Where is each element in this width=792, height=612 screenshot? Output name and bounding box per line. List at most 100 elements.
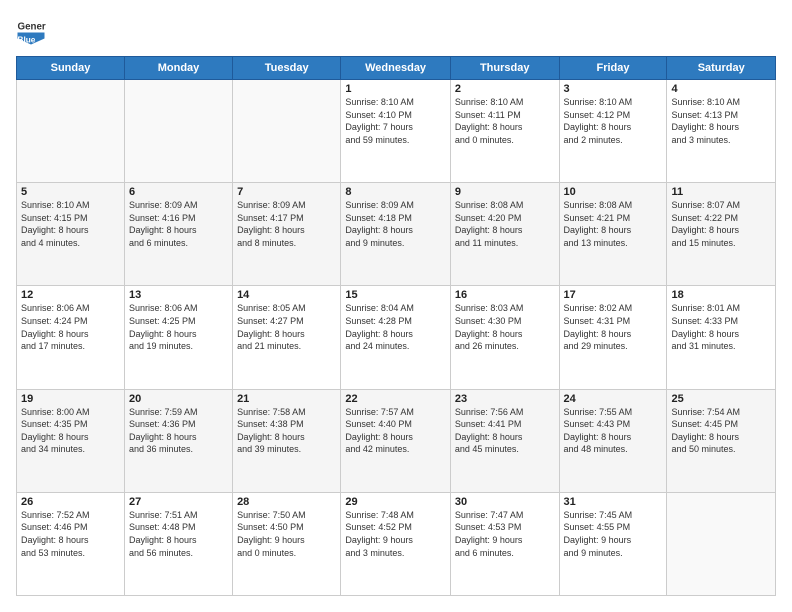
day-info: Sunrise: 8:05 AM Sunset: 4:27 PM Dayligh… (237, 302, 336, 352)
day-info: Sunrise: 8:08 AM Sunset: 4:21 PM Dayligh… (564, 199, 663, 249)
day-number: 27 (129, 496, 228, 508)
day-cell: 20Sunrise: 7:59 AM Sunset: 4:36 PM Dayli… (124, 389, 232, 492)
day-number: 20 (129, 393, 228, 405)
day-info: Sunrise: 8:06 AM Sunset: 4:25 PM Dayligh… (129, 302, 228, 352)
day-info: Sunrise: 7:51 AM Sunset: 4:48 PM Dayligh… (129, 509, 228, 559)
day-cell: 13Sunrise: 8:06 AM Sunset: 4:25 PM Dayli… (124, 286, 232, 389)
day-number: 18 (671, 289, 771, 301)
day-cell: 2Sunrise: 8:10 AM Sunset: 4:11 PM Daylig… (450, 80, 559, 183)
day-info: Sunrise: 7:58 AM Sunset: 4:38 PM Dayligh… (237, 406, 336, 456)
day-number: 21 (237, 393, 336, 405)
weekday-header-row: SundayMondayTuesdayWednesdayThursdayFrid… (17, 57, 776, 80)
day-cell: 9Sunrise: 8:08 AM Sunset: 4:20 PM Daylig… (450, 183, 559, 286)
day-number: 28 (237, 496, 336, 508)
header: General Blue (16, 16, 776, 46)
day-info: Sunrise: 8:02 AM Sunset: 4:31 PM Dayligh… (564, 302, 663, 352)
svg-text:General: General (18, 22, 47, 33)
day-cell: 21Sunrise: 7:58 AM Sunset: 4:38 PM Dayli… (233, 389, 341, 492)
day-number: 19 (21, 393, 120, 405)
day-info: Sunrise: 8:00 AM Sunset: 4:35 PM Dayligh… (21, 406, 120, 456)
day-info: Sunrise: 8:03 AM Sunset: 4:30 PM Dayligh… (455, 302, 555, 352)
day-number: 17 (564, 289, 663, 301)
day-info: Sunrise: 8:07 AM Sunset: 4:22 PM Dayligh… (671, 199, 771, 249)
week-row-3: 12Sunrise: 8:06 AM Sunset: 4:24 PM Dayli… (17, 286, 776, 389)
day-info: Sunrise: 8:10 AM Sunset: 4:11 PM Dayligh… (455, 96, 555, 146)
day-cell: 17Sunrise: 8:02 AM Sunset: 4:31 PM Dayli… (559, 286, 667, 389)
logo: General Blue (16, 16, 48, 46)
day-cell: 27Sunrise: 7:51 AM Sunset: 4:48 PM Dayli… (124, 492, 232, 595)
day-info: Sunrise: 8:09 AM Sunset: 4:18 PM Dayligh… (345, 199, 446, 249)
weekday-monday: Monday (124, 57, 232, 80)
day-number: 29 (345, 496, 446, 508)
day-cell (124, 80, 232, 183)
svg-text:Blue: Blue (18, 35, 36, 44)
day-number: 22 (345, 393, 446, 405)
day-number: 14 (237, 289, 336, 301)
day-info: Sunrise: 8:10 AM Sunset: 4:12 PM Dayligh… (564, 96, 663, 146)
day-number: 16 (455, 289, 555, 301)
day-number: 11 (671, 186, 771, 198)
day-number: 13 (129, 289, 228, 301)
day-number: 25 (671, 393, 771, 405)
week-row-2: 5Sunrise: 8:10 AM Sunset: 4:15 PM Daylig… (17, 183, 776, 286)
day-number: 15 (345, 289, 446, 301)
day-number: 5 (21, 186, 120, 198)
day-cell (17, 80, 125, 183)
day-info: Sunrise: 8:08 AM Sunset: 4:20 PM Dayligh… (455, 199, 555, 249)
day-number: 3 (564, 83, 663, 95)
day-cell: 11Sunrise: 8:07 AM Sunset: 4:22 PM Dayli… (667, 183, 776, 286)
weekday-friday: Friday (559, 57, 667, 80)
day-info: Sunrise: 7:57 AM Sunset: 4:40 PM Dayligh… (345, 406, 446, 456)
day-info: Sunrise: 8:10 AM Sunset: 4:10 PM Dayligh… (345, 96, 446, 146)
day-number: 10 (564, 186, 663, 198)
day-info: Sunrise: 8:09 AM Sunset: 4:17 PM Dayligh… (237, 199, 336, 249)
week-row-4: 19Sunrise: 8:00 AM Sunset: 4:35 PM Dayli… (17, 389, 776, 492)
day-info: Sunrise: 7:55 AM Sunset: 4:43 PM Dayligh… (564, 406, 663, 456)
week-row-5: 26Sunrise: 7:52 AM Sunset: 4:46 PM Dayli… (17, 492, 776, 595)
weekday-saturday: Saturday (667, 57, 776, 80)
day-cell: 16Sunrise: 8:03 AM Sunset: 4:30 PM Dayli… (450, 286, 559, 389)
page: General Blue SundayMondayTuesdayWednesda… (0, 0, 792, 612)
day-cell: 1Sunrise: 8:10 AM Sunset: 4:10 PM Daylig… (341, 80, 451, 183)
day-cell: 29Sunrise: 7:48 AM Sunset: 4:52 PM Dayli… (341, 492, 451, 595)
day-cell: 18Sunrise: 8:01 AM Sunset: 4:33 PM Dayli… (667, 286, 776, 389)
day-number: 12 (21, 289, 120, 301)
day-number: 4 (671, 83, 771, 95)
day-cell: 14Sunrise: 8:05 AM Sunset: 4:27 PM Dayli… (233, 286, 341, 389)
day-cell: 22Sunrise: 7:57 AM Sunset: 4:40 PM Dayli… (341, 389, 451, 492)
day-info: Sunrise: 8:01 AM Sunset: 4:33 PM Dayligh… (671, 302, 771, 352)
logo-icon: General Blue (16, 16, 46, 46)
day-number: 31 (564, 496, 663, 508)
day-number: 23 (455, 393, 555, 405)
calendar-table: SundayMondayTuesdayWednesdayThursdayFrid… (16, 56, 776, 596)
day-info: Sunrise: 7:50 AM Sunset: 4:50 PM Dayligh… (237, 509, 336, 559)
day-number: 26 (21, 496, 120, 508)
day-cell: 31Sunrise: 7:45 AM Sunset: 4:55 PM Dayli… (559, 492, 667, 595)
day-info: Sunrise: 7:56 AM Sunset: 4:41 PM Dayligh… (455, 406, 555, 456)
week-row-1: 1Sunrise: 8:10 AM Sunset: 4:10 PM Daylig… (17, 80, 776, 183)
day-cell: 28Sunrise: 7:50 AM Sunset: 4:50 PM Dayli… (233, 492, 341, 595)
day-number: 1 (345, 83, 446, 95)
day-cell: 26Sunrise: 7:52 AM Sunset: 4:46 PM Dayli… (17, 492, 125, 595)
day-info: Sunrise: 7:52 AM Sunset: 4:46 PM Dayligh… (21, 509, 120, 559)
day-info: Sunrise: 8:10 AM Sunset: 4:15 PM Dayligh… (21, 199, 120, 249)
day-number: 9 (455, 186, 555, 198)
day-cell: 25Sunrise: 7:54 AM Sunset: 4:45 PM Dayli… (667, 389, 776, 492)
day-cell: 6Sunrise: 8:09 AM Sunset: 4:16 PM Daylig… (124, 183, 232, 286)
day-info: Sunrise: 8:09 AM Sunset: 4:16 PM Dayligh… (129, 199, 228, 249)
day-cell: 19Sunrise: 8:00 AM Sunset: 4:35 PM Dayli… (17, 389, 125, 492)
weekday-thursday: Thursday (450, 57, 559, 80)
day-number: 6 (129, 186, 228, 198)
day-cell: 4Sunrise: 8:10 AM Sunset: 4:13 PM Daylig… (667, 80, 776, 183)
weekday-sunday: Sunday (17, 57, 125, 80)
day-cell: 10Sunrise: 8:08 AM Sunset: 4:21 PM Dayli… (559, 183, 667, 286)
day-info: Sunrise: 7:45 AM Sunset: 4:55 PM Dayligh… (564, 509, 663, 559)
day-cell: 23Sunrise: 7:56 AM Sunset: 4:41 PM Dayli… (450, 389, 559, 492)
day-cell (233, 80, 341, 183)
day-info: Sunrise: 8:06 AM Sunset: 4:24 PM Dayligh… (21, 302, 120, 352)
day-cell: 8Sunrise: 8:09 AM Sunset: 4:18 PM Daylig… (341, 183, 451, 286)
day-info: Sunrise: 7:48 AM Sunset: 4:52 PM Dayligh… (345, 509, 446, 559)
day-cell: 24Sunrise: 7:55 AM Sunset: 4:43 PM Dayli… (559, 389, 667, 492)
day-number: 8 (345, 186, 446, 198)
day-info: Sunrise: 8:04 AM Sunset: 4:28 PM Dayligh… (345, 302, 446, 352)
